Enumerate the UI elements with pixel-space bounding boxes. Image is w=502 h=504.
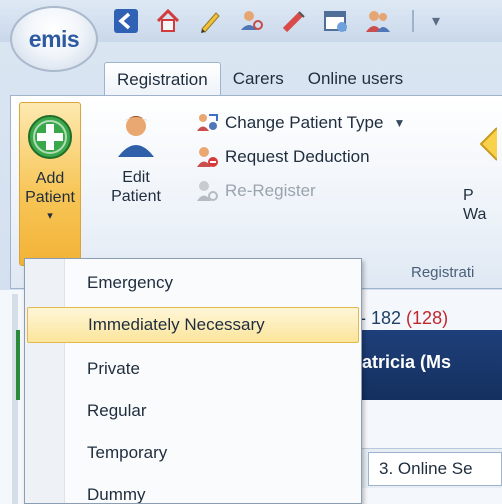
re-register-button[interactable]: Re-Register — [195, 174, 405, 208]
partial-label-line1: P — [463, 187, 474, 204]
change-patient-type-label: Change Patient Type — [225, 113, 384, 132]
edit-patient-label-line2: Patient — [111, 188, 161, 205]
add-plus-icon — [26, 113, 74, 161]
quick-access-toolbar: ▾ — [112, 6, 440, 36]
ribbon-group-label: Registrati — [411, 264, 475, 281]
change-type-icon — [195, 111, 219, 135]
request-deduction-label: Request Deduction — [225, 147, 370, 166]
add-patient-label-line2: Patient — [25, 189, 75, 206]
menu-item-private[interactable]: Private — [27, 351, 359, 387]
diamond-icon — [479, 127, 497, 161]
patient-count-red: (128) — [406, 308, 449, 328]
request-deduction-button[interactable]: Request Deduction — [195, 140, 405, 174]
tab-online-services[interactable]: 3. Online Se — [368, 452, 502, 486]
tab-registration[interactable]: Registration — [104, 62, 221, 96]
edit-pencil-icon[interactable] — [196, 7, 224, 35]
calendar-icon[interactable] — [322, 7, 350, 35]
patient-count-value: - 182 — [360, 308, 402, 328]
emis-logo: emis — [28, 25, 80, 52]
users-icon[interactable] — [364, 7, 392, 35]
patient-count: - 182 (128) — [360, 308, 448, 329]
menu-item-immediately-necessary[interactable]: Immediately Necessary — [27, 307, 359, 343]
add-patient-dropdown-menu: Emergency Immediately Necessary Private … — [24, 258, 362, 504]
patient-icon — [112, 112, 160, 160]
add-patient-button[interactable]: Add Patient ▾ — [19, 102, 81, 266]
ribbon-small-buttons: Change Patient Type ▼ Request Deduction … — [195, 106, 405, 208]
edit-patient-button[interactable]: Edit Patient — [105, 102, 167, 266]
tab-online-users[interactable]: Online users — [296, 62, 415, 96]
ribbon-tabs: Registration Carers Online users — [104, 62, 415, 96]
chevron-down-icon: ▾ — [47, 210, 53, 222]
re-register-icon — [195, 179, 219, 203]
menu-item-temporary[interactable]: Temporary — [27, 435, 359, 471]
back-icon[interactable] — [112, 7, 140, 35]
tab-carers[interactable]: Carers — [221, 62, 296, 96]
menu-item-regular[interactable]: Regular — [27, 393, 359, 429]
patient-banner: Patricia (Ms — [340, 330, 502, 400]
customize-toolbar-icon[interactable]: ▾ — [432, 11, 440, 31]
patient-name: Patricia (Ms — [350, 352, 452, 372]
edit-patient-label-line1: Edit — [122, 169, 150, 186]
re-register-label: Re-Register — [225, 181, 316, 200]
home-icon[interactable] — [154, 7, 182, 35]
status-green-bar — [16, 330, 20, 400]
partial-label-line2: Wa — [463, 206, 487, 223]
emis-window: ▾ emis Registration Carers Online users … — [0, 0, 502, 504]
add-patient-label-line1: Add — [35, 170, 65, 187]
user-search-icon[interactable] — [238, 7, 266, 35]
deduction-icon — [195, 145, 219, 169]
menu-item-emergency[interactable]: Emergency — [27, 265, 359, 301]
syringe-icon[interactable] — [280, 7, 308, 35]
chevron-down-icon: ▼ — [393, 116, 406, 130]
menu-item-dummy[interactable]: Dummy — [27, 477, 359, 503]
change-patient-type-button[interactable]: Change Patient Type ▼ — [195, 106, 405, 140]
application-button[interactable]: emis — [10, 6, 98, 72]
toolbar-separator — [412, 10, 414, 32]
